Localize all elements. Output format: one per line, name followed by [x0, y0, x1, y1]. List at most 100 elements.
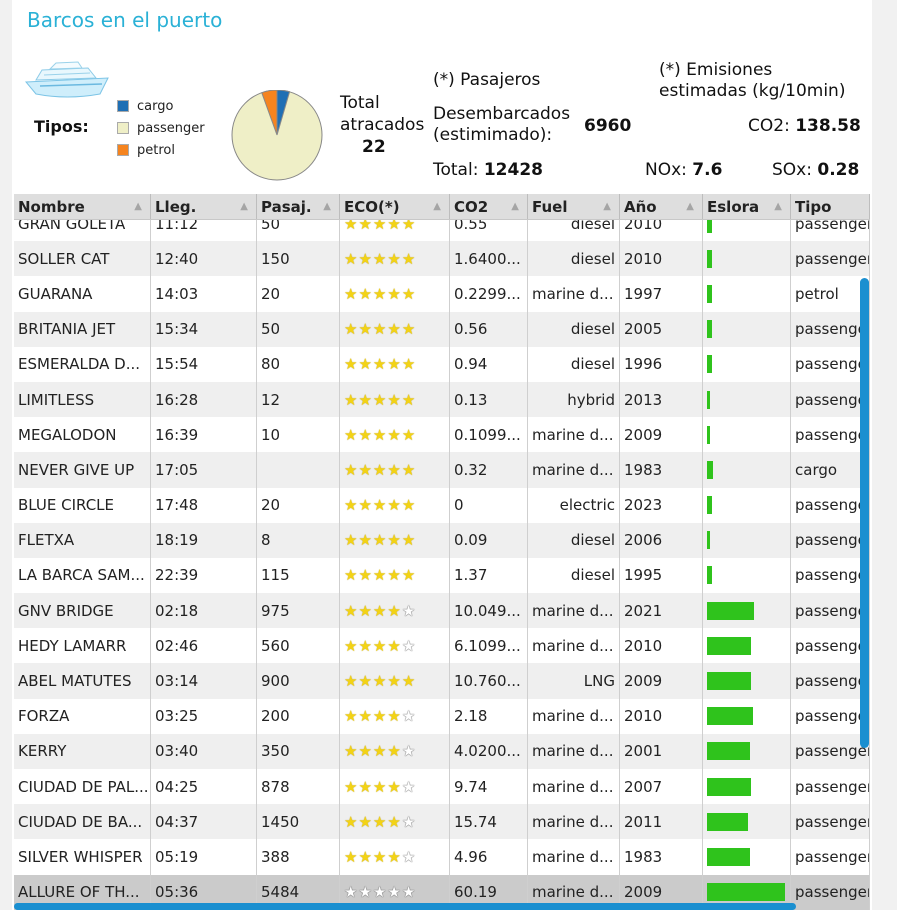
col-eslora — [703, 487, 791, 523]
header-col-fuel[interactable]: Fuel ▲ — [528, 194, 620, 219]
header-col-tipo[interactable]: Tipo — [791, 194, 870, 219]
sort-arrow-icon[interactable]: ▲ — [511, 201, 519, 212]
header-col-anio[interactable]: Año ▲ — [620, 194, 703, 219]
table-row[interactable]: CIUDAD DE BA... 04:37 1450 ★★★★★ 15.74 marine… — [14, 804, 870, 840]
sort-arrow-icon[interactable]: ▲ — [323, 201, 331, 212]
col-tipo: passenger — [791, 733, 870, 769]
header-col-eslora[interactable]: Eslora ▲ — [703, 194, 791, 219]
col-fuel: diesel — [528, 241, 620, 277]
table-row[interactable]: FLETXA 18:19 8 ★★★★★ 0.09 diesel 2006 passenger — [14, 522, 870, 558]
col-eco: ★★★★★ — [340, 804, 450, 840]
star-icon: ★ — [344, 496, 359, 515]
star-icon: ★ — [372, 812, 388, 831]
col-anio: 2023 — [620, 487, 703, 523]
table-row[interactable]: ABEL MATUTES 03:14 900 ★★★★★ 10.760... LNG 200… — [14, 663, 870, 699]
col-lleg: 04:25 — [151, 769, 257, 805]
eslora-bar — [707, 812, 748, 831]
col-lleg: 02:46 — [151, 628, 257, 664]
eslora-bar — [707, 531, 710, 550]
col-nombre: GNV BRIDGE — [14, 593, 151, 629]
star-icon: ★ — [401, 390, 417, 409]
col-anio: 2021 — [620, 593, 703, 629]
table-row[interactable]: LA BARCA SAM... 22:39 115 ★★★★★ 1.37 diesel 19… — [14, 557, 870, 594]
star-icon: ★ — [401, 425, 417, 444]
disembarked-label: Desembarcados (estimimado): — [433, 104, 570, 146]
table-row[interactable]: SOLLER CAT 12:40 150 ★★★★★ 1.6400... diesel 20… — [14, 241, 870, 277]
table-row[interactable]: HEDY LAMARR 02:46 560 ★★★★★ 6.1099... marine … — [14, 628, 870, 664]
star-icon: ★ — [372, 355, 388, 374]
col-pasaj: 50 — [257, 311, 340, 347]
col-tipo: passenger — [791, 381, 870, 418]
horizontal-scrollbar[interactable] — [14, 903, 796, 910]
star-icon: ★ — [372, 566, 388, 585]
col-co2: 10.049... — [450, 593, 528, 629]
star-icon: ★ — [358, 636, 373, 655]
header-col-co2[interactable]: CO2 ▲ — [450, 194, 528, 219]
table-row[interactable]: GRAN GOLETA 11:12 50 ★★★★★ 0.55 diesel 2010 pas… — [14, 220, 870, 242]
header-col-eco[interactable]: ECO(*) ▲ — [340, 194, 450, 219]
table-row[interactable]: GUARANA 14:03 20 ★★★★★ 0.2299... marine d... 1… — [14, 276, 870, 312]
star-icon: ★ — [344, 812, 359, 831]
table-row[interactable]: LIMITLESS 16:28 12 ★★★★★ 0.13 hybrid 2013 passe… — [14, 381, 870, 418]
star-icon: ★ — [358, 320, 373, 339]
header-col-nombre[interactable]: Nombre ▲ — [14, 194, 151, 219]
petrol-swatch — [117, 144, 129, 156]
eslora-bar — [707, 249, 712, 268]
sort-arrow-icon[interactable]: ▲ — [433, 201, 441, 212]
col-eco: ★★★★★ — [340, 769, 450, 805]
sox-label: SOx: — [772, 160, 812, 180]
col-fuel: marine d... — [528, 804, 620, 840]
table-row[interactable]: BRITANIA JET 15:34 50 ★★★★★ 0.56 diesel 2005 pa… — [14, 311, 870, 347]
table-row[interactable]: FORZA 03:25 200 ★★★★★ 2.18 marine d... 2010 pas… — [14, 698, 870, 734]
sort-arrow-icon[interactable]: ▲ — [240, 201, 248, 212]
ships-table[interactable]: Nombre ▲ Lleg. ▲ Pasaj. ▲ ECO(*) ▲ CO2 ▲ Fuel ▲ Año ▲… — [14, 194, 870, 910]
col-eslora — [703, 241, 791, 277]
col-anio: 2010 — [620, 628, 703, 664]
star-icon: ★ — [344, 601, 359, 620]
col-eslora — [703, 381, 791, 418]
table-row[interactable]: ESMERALDA D... 15:54 80 ★★★★★ 0.94 diesel 1996… — [14, 346, 870, 382]
header-col-pasaj[interactable]: Pasaj. ▲ — [257, 194, 340, 219]
sort-arrow-icon[interactable]: ▲ — [774, 201, 782, 212]
table-row[interactable]: NEVER GIVE UP 17:05 ★★★★★ 0.32 marine d... 19… — [14, 452, 870, 488]
table-body[interactable]: GRAN GOLETA 11:12 50 ★★★★★ 0.55 diesel 2010 pas… — [14, 220, 870, 910]
col-pasaj: 10 — [257, 417, 340, 453]
table-row[interactable]: GNV BRIDGE 02:18 975 ★★★★★ 10.049... marine d… — [14, 593, 870, 629]
col-pasaj: 8 — [257, 522, 340, 558]
eco-rating-stars: ★★★★★ — [344, 602, 416, 620]
star-icon: ★ — [372, 460, 388, 479]
co2-total: CO2: 138.58 — [748, 116, 861, 137]
table-row[interactable]: SILVER WHISPER 05:19 388 ★★★★★ 4.96 marine d.… — [14, 839, 870, 875]
col-eco: ★★★★★ — [340, 276, 450, 312]
star-icon: ★ — [358, 496, 373, 515]
col-tipo: passenger — [791, 839, 870, 875]
star-icon: ★ — [358, 460, 373, 479]
table-row[interactable]: BLUE CIRCLE 17:48 20 ★★★★★ 0 electric 2023 pass… — [14, 487, 870, 523]
col-pasaj: 878 — [257, 769, 340, 805]
eslora-bar — [707, 883, 785, 902]
sort-arrow-icon[interactable]: ▲ — [603, 201, 611, 212]
col-eco: ★★★★★ — [340, 241, 450, 277]
sort-arrow-icon[interactable]: ▲ — [134, 201, 142, 212]
col-eco: ★★★★★ — [340, 311, 450, 347]
col-nombre: SILVER WHISPER — [14, 839, 151, 875]
star-icon: ★ — [387, 425, 402, 444]
table-row[interactable]: MEGALODON 16:39 10 ★★★★★ 0.1099... marine d..… — [14, 417, 870, 453]
col-anio: 1983 — [620, 839, 703, 875]
table-row[interactable]: CIUDAD DE PAL... 04:25 878 ★★★★★ 9.74 marine … — [14, 769, 870, 805]
vertical-scrollbar[interactable] — [860, 278, 869, 748]
header-col-lleg[interactable]: Lleg. ▲ — [151, 194, 257, 219]
col-eslora — [703, 698, 791, 734]
legend-item-petrol: petrol — [117, 139, 205, 161]
col-eco: ★★★★★ — [340, 452, 450, 488]
col-nombre: BLUE CIRCLE — [14, 487, 151, 523]
star-icon: ★ — [401, 777, 417, 796]
star-icon: ★ — [372, 249, 388, 268]
col-pasaj: 1450 — [257, 804, 340, 840]
col-nombre: LIMITLESS — [14, 381, 151, 418]
col-nombre: FORZA — [14, 698, 151, 734]
table-row[interactable]: KERRY 03:40 350 ★★★★★ 4.0200... marine d... 20… — [14, 733, 870, 769]
sort-arrow-icon[interactable]: ▲ — [686, 201, 694, 212]
col-pasaj: 115 — [257, 557, 340, 594]
col-eslora — [703, 733, 791, 769]
